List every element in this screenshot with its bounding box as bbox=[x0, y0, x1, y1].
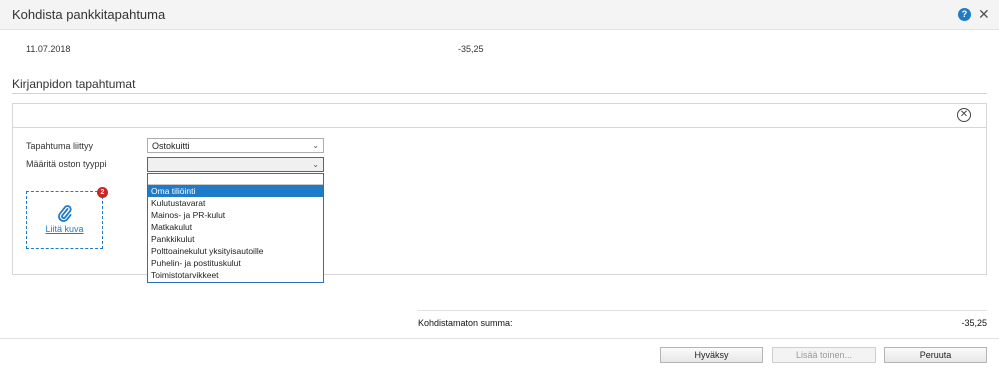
add-another-button[interactable]: Lisää toinen... bbox=[772, 347, 876, 363]
dropdown-option[interactable]: Toimistotarvikkeet bbox=[148, 269, 323, 281]
cancel-button[interactable]: Peruuta bbox=[884, 347, 987, 363]
unallocated-sum-label: Kohdistamaton summa: bbox=[418, 318, 513, 328]
paperclip-icon bbox=[58, 205, 72, 222]
purchase-type-dropdown: Oma tiliöinti Kulutustavarat Mainos- ja … bbox=[147, 173, 324, 283]
purchase-type-label: Määritä oston tyyppi bbox=[26, 159, 107, 169]
dropdown-option[interactable]: Polttoainekulut yksityisautoille bbox=[148, 245, 323, 257]
chevron-down-icon: ⌄ bbox=[312, 160, 319, 169]
dropdown-option[interactable]: Oma tiliöinti bbox=[148, 185, 323, 197]
dropdown-option[interactable]: Pankkikulut bbox=[148, 233, 323, 245]
dropdown-option[interactable]: Kulutustavarat bbox=[148, 197, 323, 209]
dialog-titlebar: Kohdista pankkitapahtuma ? ✕ bbox=[0, 0, 999, 30]
relates-label: Tapahtuma liittyy bbox=[26, 141, 94, 151]
attach-image-link[interactable]: Liitä kuva bbox=[27, 224, 102, 234]
dialog-title: Kohdista pankkitapahtuma bbox=[12, 7, 166, 22]
relates-select-value: Ostokuitti bbox=[152, 141, 190, 151]
dropdown-option[interactable]: Matkakulut bbox=[148, 221, 323, 233]
summary-divider bbox=[417, 310, 987, 311]
transaction-date: 11.07.2018 bbox=[26, 44, 71, 54]
unallocated-sum-value: -35,25 bbox=[961, 318, 987, 328]
close-icon[interactable]: ✕ bbox=[978, 6, 990, 22]
panel-header: ✕ bbox=[13, 104, 986, 128]
attach-image-dropzone[interactable]: Liitä kuva bbox=[26, 191, 103, 249]
help-icon[interactable]: ? bbox=[958, 8, 971, 21]
chevron-down-icon: ⌄ bbox=[312, 141, 319, 150]
circle-close-icon[interactable]: ✕ bbox=[957, 108, 971, 122]
transaction-amount: -35,25 bbox=[458, 44, 484, 54]
dropdown-search-input[interactable] bbox=[148, 174, 323, 185]
section-title: Kirjanpidon tapahtumat bbox=[12, 77, 136, 91]
section-divider bbox=[12, 93, 987, 94]
attachment-count-badge: 2 bbox=[97, 187, 108, 198]
approve-button[interactable]: Hyväksy bbox=[660, 347, 763, 363]
relates-select[interactable]: Ostokuitti ⌄ bbox=[147, 138, 324, 153]
dropdown-option[interactable]: Mainos- ja PR-kulut bbox=[148, 209, 323, 221]
purchase-type-select[interactable]: ⌄ bbox=[147, 157, 324, 172]
dropdown-option[interactable]: Puhelin- ja postituskulut bbox=[148, 257, 323, 269]
